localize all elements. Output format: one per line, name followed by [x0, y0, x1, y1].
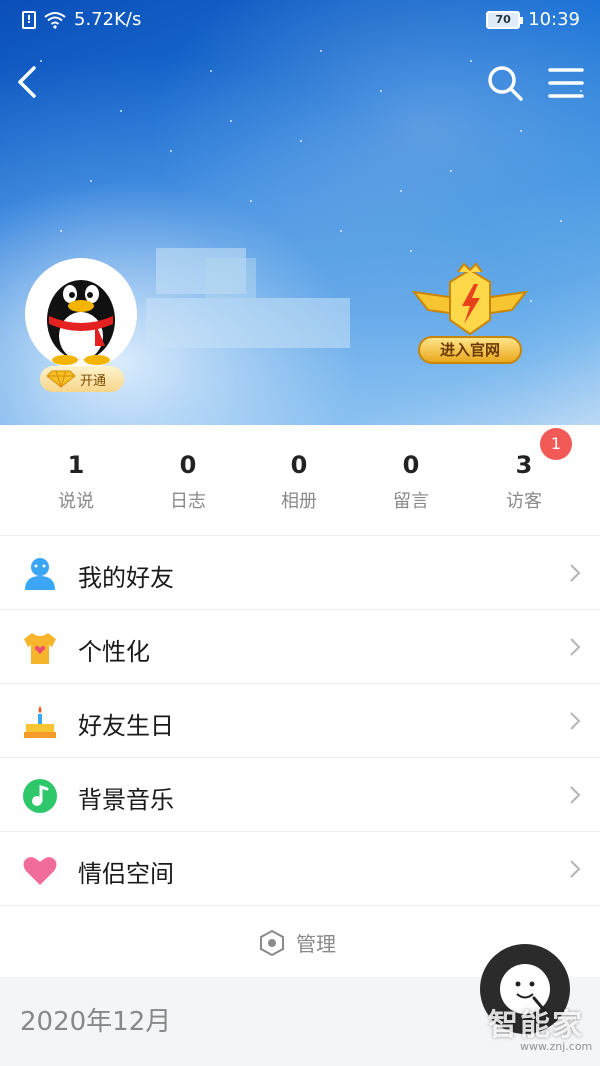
stat-label: 日志 — [170, 491, 206, 512]
tshirt-icon — [24, 633, 56, 664]
birthday-cake-icon — [24, 706, 56, 738]
watermark-url: www.znj.com — [520, 1040, 593, 1053]
chevron-right-icon — [570, 860, 581, 878]
menu-icon[interactable] — [546, 64, 586, 102]
vip-open-label: 开通 — [80, 373, 107, 389]
gold-lightning-crown-icon — [411, 262, 529, 336]
chevron-right-icon — [570, 712, 581, 730]
menu-item-label: 个性化 — [78, 638, 150, 666]
profile-header: ! 5.72K/s 70 10:39 开通 进入官网 — [0, 0, 600, 425]
avatar[interactable] — [25, 258, 137, 370]
visitor-notification-badge: 1 — [540, 428, 572, 460]
menu-item-bg-music[interactable]: 背景音乐 — [0, 757, 600, 831]
heart-icon — [23, 857, 57, 885]
clock: 10:39 — [528, 9, 580, 30]
stat-label: 留言 — [393, 491, 429, 512]
diamond-icon — [46, 370, 76, 388]
battery-indicator: 70 — [486, 10, 524, 29]
stat-count: 0 — [290, 451, 308, 479]
menu-item-label: 我的好友 — [78, 564, 174, 592]
chevron-right-icon — [570, 786, 581, 804]
qq-penguin-icon — [47, 280, 115, 365]
search-icon[interactable] — [484, 62, 526, 104]
sim-alert-icon: ! — [22, 10, 36, 29]
stat-blog[interactable]: 0 日志 — [133, 451, 243, 513]
stat-album[interactable]: 0 相册 — [244, 451, 354, 513]
menu-item-label: 情侣空间 — [78, 860, 174, 888]
menu-item-label: 好友生日 — [78, 712, 174, 740]
network-speed: 5.72K/s — [74, 9, 142, 30]
friends-icon — [25, 558, 55, 590]
menu-item-personalize[interactable]: 个性化 — [0, 609, 600, 683]
feature-menu: 我的好友 个性化 好友生日 背景音乐 情侣空间 — [0, 535, 600, 905]
menu-item-friends[interactable]: 我的好友 — [0, 535, 600, 609]
chevron-right-icon — [570, 638, 581, 656]
music-note-icon — [23, 779, 57, 813]
menu-item-label: 背景音乐 — [78, 786, 174, 814]
stat-label: 访客 — [506, 491, 542, 512]
stat-visitors[interactable]: 3 访客 — [469, 451, 579, 513]
stat-label: 相册 — [281, 491, 317, 512]
vip-open-badge[interactable]: 开通 — [40, 366, 124, 392]
wifi-icon — [44, 11, 66, 29]
official-site-label: 进入官网 — [418, 336, 522, 364]
status-bar: ! 5.72K/s 70 10:39 — [0, 0, 600, 40]
timeline-date-header: 2020年12月 — [20, 1007, 172, 1037]
settings-hexagon-icon — [260, 929, 284, 956]
stat-count: 0 — [179, 451, 197, 479]
stats-bar: 1 说说 0 日志 0 相册 0 留言 3 访客 — [0, 425, 600, 535]
watermark-logo: 智能家 — [488, 1008, 584, 1043]
menu-item-friend-birthday[interactable]: 好友生日 — [0, 683, 600, 757]
username-redacted — [146, 248, 350, 348]
official-site-entry[interactable]: 进入官网 — [408, 262, 532, 370]
stat-messages[interactable]: 0 留言 — [356, 451, 466, 513]
stat-count: 0 — [402, 451, 420, 479]
stat-shuoshuo[interactable]: 1 说说 — [21, 451, 131, 513]
chevron-right-icon — [570, 564, 581, 582]
stat-label: 说说 — [58, 491, 94, 512]
stat-count: 1 — [67, 451, 85, 479]
menu-item-couple-space[interactable]: 情侣空间 — [0, 831, 600, 905]
back-arrow-icon[interactable] — [10, 62, 50, 102]
manage-label: 管理 — [296, 932, 336, 956]
